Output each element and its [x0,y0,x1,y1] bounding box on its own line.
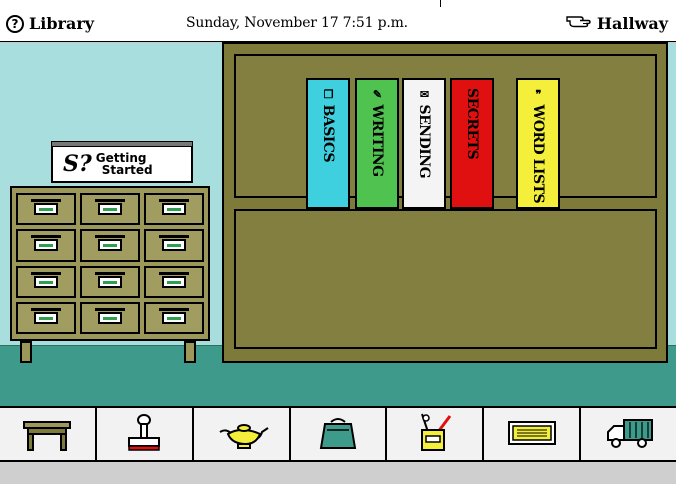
status-bar [0,460,676,484]
book-word-lists[interactable]: ❞ WORD LISTS [516,78,560,209]
dock-pencil-cup-button[interactable] [387,408,485,460]
magic-lamp-icon [212,410,270,458]
card-catalog-cabinet [10,186,210,341]
book-word-lists-text: WORD LISTS [530,104,546,204]
book-basics[interactable]: ❐ BASICS [306,78,350,209]
drawer-handle-icon [31,307,61,324]
pointing-hand-icon [566,13,592,33]
hallway-button[interactable]: Hallway [566,13,668,33]
page-title: Library [29,14,95,33]
book-sending[interactable]: ✉ SENDING [402,78,446,209]
drawer-handle-icon [159,235,189,252]
book-writing-label: ✎ WRITING [369,80,385,177]
getting-started-text: Getting Started [96,152,153,176]
dock-truck-button[interactable] [581,408,676,460]
cabinet-drawer[interactable] [144,229,204,262]
datetime-display: Sunday, November 17 7:51 p.m. [186,15,408,31]
bag-icon [309,410,367,458]
cabinet-drawer[interactable] [144,301,204,334]
library-title-button[interactable]: ? Library [6,14,94,33]
cabinet-leg-right [184,341,196,363]
keyboard-icon [503,410,561,458]
cabinet-drawer[interactable] [144,193,204,226]
drawer-handle-icon [95,235,125,252]
book-basics-text: BASICS [320,104,336,163]
cabinet-leg-left [20,341,32,363]
drawer-handle-icon [95,199,125,216]
getting-started-logo: S? [63,151,92,177]
cabinet-drawer[interactable] [16,193,76,226]
cabinet-drawer[interactable] [80,229,140,262]
book-sending-glyph: ✉ [418,88,431,101]
book-sending-text: SENDING [416,104,432,179]
cabinet-drawer[interactable] [80,193,140,226]
drawer-handle-icon [95,307,125,324]
question-mark-icon[interactable]: ? [6,14,24,33]
book-writing-glyph: ✎ [371,88,384,101]
cabinet-drawer[interactable] [144,265,204,298]
getting-started-sign[interactable]: S? Getting Started [51,141,193,183]
book-basics-glyph: ❐ [322,88,335,101]
book-word-lists-glyph: ❞ [532,88,545,101]
book-writing[interactable]: ✎ WRITING [355,78,399,209]
book-word-lists-label: ❞ WORD LISTS [530,80,546,203]
book-secrets[interactable]: SECRETS [450,78,494,209]
top-shelf: ❐ BASICS ✎ WRITING ✉ SENDING SECRETS ❞ WORD … [234,54,657,209]
getting-started-line2: Started [101,163,153,177]
title-bar: ? Library Sunday, November 17 7:51 p.m. … [0,0,676,42]
dock-bag-button[interactable] [290,408,388,460]
cabinet-drawer[interactable] [16,265,76,298]
drawer-handle-icon [159,307,189,324]
drawer-handle-icon [95,271,125,288]
drawer-handle-icon [159,271,189,288]
book-basics-label: ❐ BASICS [320,80,336,162]
drawer-handle-icon [31,199,61,216]
dock-lamp-button[interactable] [193,408,291,460]
cabinet-drawer[interactable] [16,301,76,334]
pencil-cup-icon [406,410,464,458]
drawer-handle-icon [31,271,61,288]
bottom-shelf [234,209,657,349]
book-sending-label: ✉ SENDING [416,80,432,178]
book-secrets-label: SECRETS [464,80,480,159]
drawer-grid [16,193,204,334]
desk-icon [18,410,76,458]
book-writing-text: WRITING [369,104,385,177]
cabinet-drawer[interactable] [16,229,76,262]
cabinet-drawer[interactable] [80,265,140,298]
cabinet-drawer[interactable] [80,301,140,334]
dock-desk-button[interactable] [0,408,97,460]
drawer-handle-icon [31,235,61,252]
hallway-label: Hallway [596,13,668,33]
bottom-dock [0,406,676,460]
title-bar-tick [440,0,441,7]
book-secrets-text: SECRETS [464,88,480,160]
stamp-icon [115,410,173,458]
dock-stamp-button[interactable] [96,408,194,460]
bookcase: ❐ BASICS ✎ WRITING ✉ SENDING SECRETS ❞ WORD … [222,42,668,363]
truck-icon [600,410,658,458]
drawer-handle-icon [159,199,189,216]
dock-keyboard-button[interactable] [484,408,582,460]
